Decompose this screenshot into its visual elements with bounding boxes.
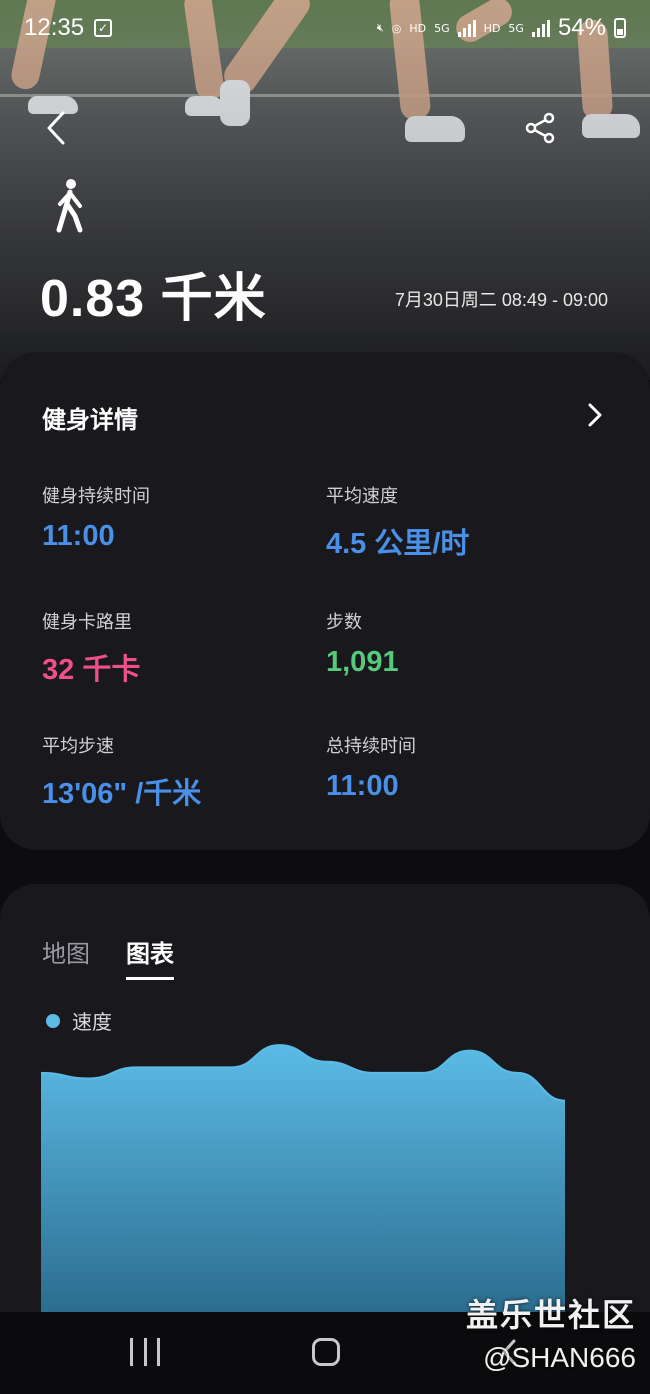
status-icons: 🔇︎ ◎ HD 5G HD 5G 54%: [377, 14, 626, 42]
status-bar: 12:35 ✓ 🔇︎ ◎ HD 5G HD 5G 54%: [0, 0, 650, 56]
stat-value: 11:00: [42, 520, 115, 552]
hd-icon: HD: [483, 21, 501, 35]
chevron-right-icon: [588, 403, 602, 427]
share-icon: [525, 112, 555, 144]
stat-calories: 健身卡路里 32 千卡: [42, 608, 140, 688]
battery-icon: [614, 18, 626, 38]
watermark: 盖乐世社区 @SHAN666: [466, 1290, 636, 1374]
stat-label: 步数: [326, 612, 362, 633]
status-time: 12:35: [24, 14, 85, 41]
stat-label: 健身卡路里: [42, 612, 132, 633]
recents-button[interactable]: [130, 1338, 160, 1366]
workout-datetime: 7月30日周二 08:49 - 09:00: [394, 290, 608, 310]
stat-workout-duration: 健身持续时间 11:00: [42, 482, 150, 553]
workout-details-card: 健身详情 健身持续时间 11:00 平均速度 4.5 公里/时 健身卡路里 32…: [0, 352, 650, 850]
stat-value: 13'06" /千米: [42, 778, 202, 810]
home-button[interactable]: [312, 1338, 340, 1366]
checkbox-icon: ✓: [94, 19, 113, 37]
hd-icon: HD: [409, 21, 427, 35]
speed-area: [41, 1045, 565, 1312]
mute-icon: 🔇︎: [376, 21, 384, 34]
stat-value: 1,091: [326, 646, 399, 678]
hotspot-icon: ◎: [391, 21, 402, 35]
back-button[interactable]: [36, 108, 76, 148]
distance-value: 0.83 千米: [40, 270, 267, 328]
stat-label: 平均步速: [42, 736, 114, 757]
stat-avg-pace: 平均步速 13'06" /千米: [42, 732, 201, 812]
walking-icon: [56, 179, 83, 233]
stat-value: 4.5 公里/时: [326, 528, 470, 560]
stat-avg-speed: 平均速度 4.5 公里/时: [326, 482, 469, 562]
watermark-user: @SHAN666: [483, 1342, 636, 1373]
watermark-title: 盖乐世社区: [465, 1296, 636, 1334]
stat-label: 总持续时间: [326, 736, 416, 757]
5g-icon: 5G: [434, 21, 450, 35]
signal-icon: [531, 19, 550, 37]
stat-steps: 步数 1,091: [326, 608, 399, 679]
details-expand-button[interactable]: [580, 400, 610, 430]
chevron-left-icon: [47, 111, 65, 145]
stat-value: 32 千卡: [42, 654, 141, 686]
stat-value: 11:00: [326, 770, 399, 802]
battery-percent: 54%: [557, 14, 606, 41]
stat-label: 平均速度: [326, 486, 398, 507]
stat-total-duration: 总持续时间 11:00: [326, 732, 416, 803]
signal-icon: [457, 19, 476, 37]
5g-icon: 5G: [508, 21, 524, 35]
stat-label: 健身持续时间: [42, 486, 150, 507]
share-button[interactable]: [520, 108, 560, 148]
details-title: 健身详情: [42, 406, 138, 434]
